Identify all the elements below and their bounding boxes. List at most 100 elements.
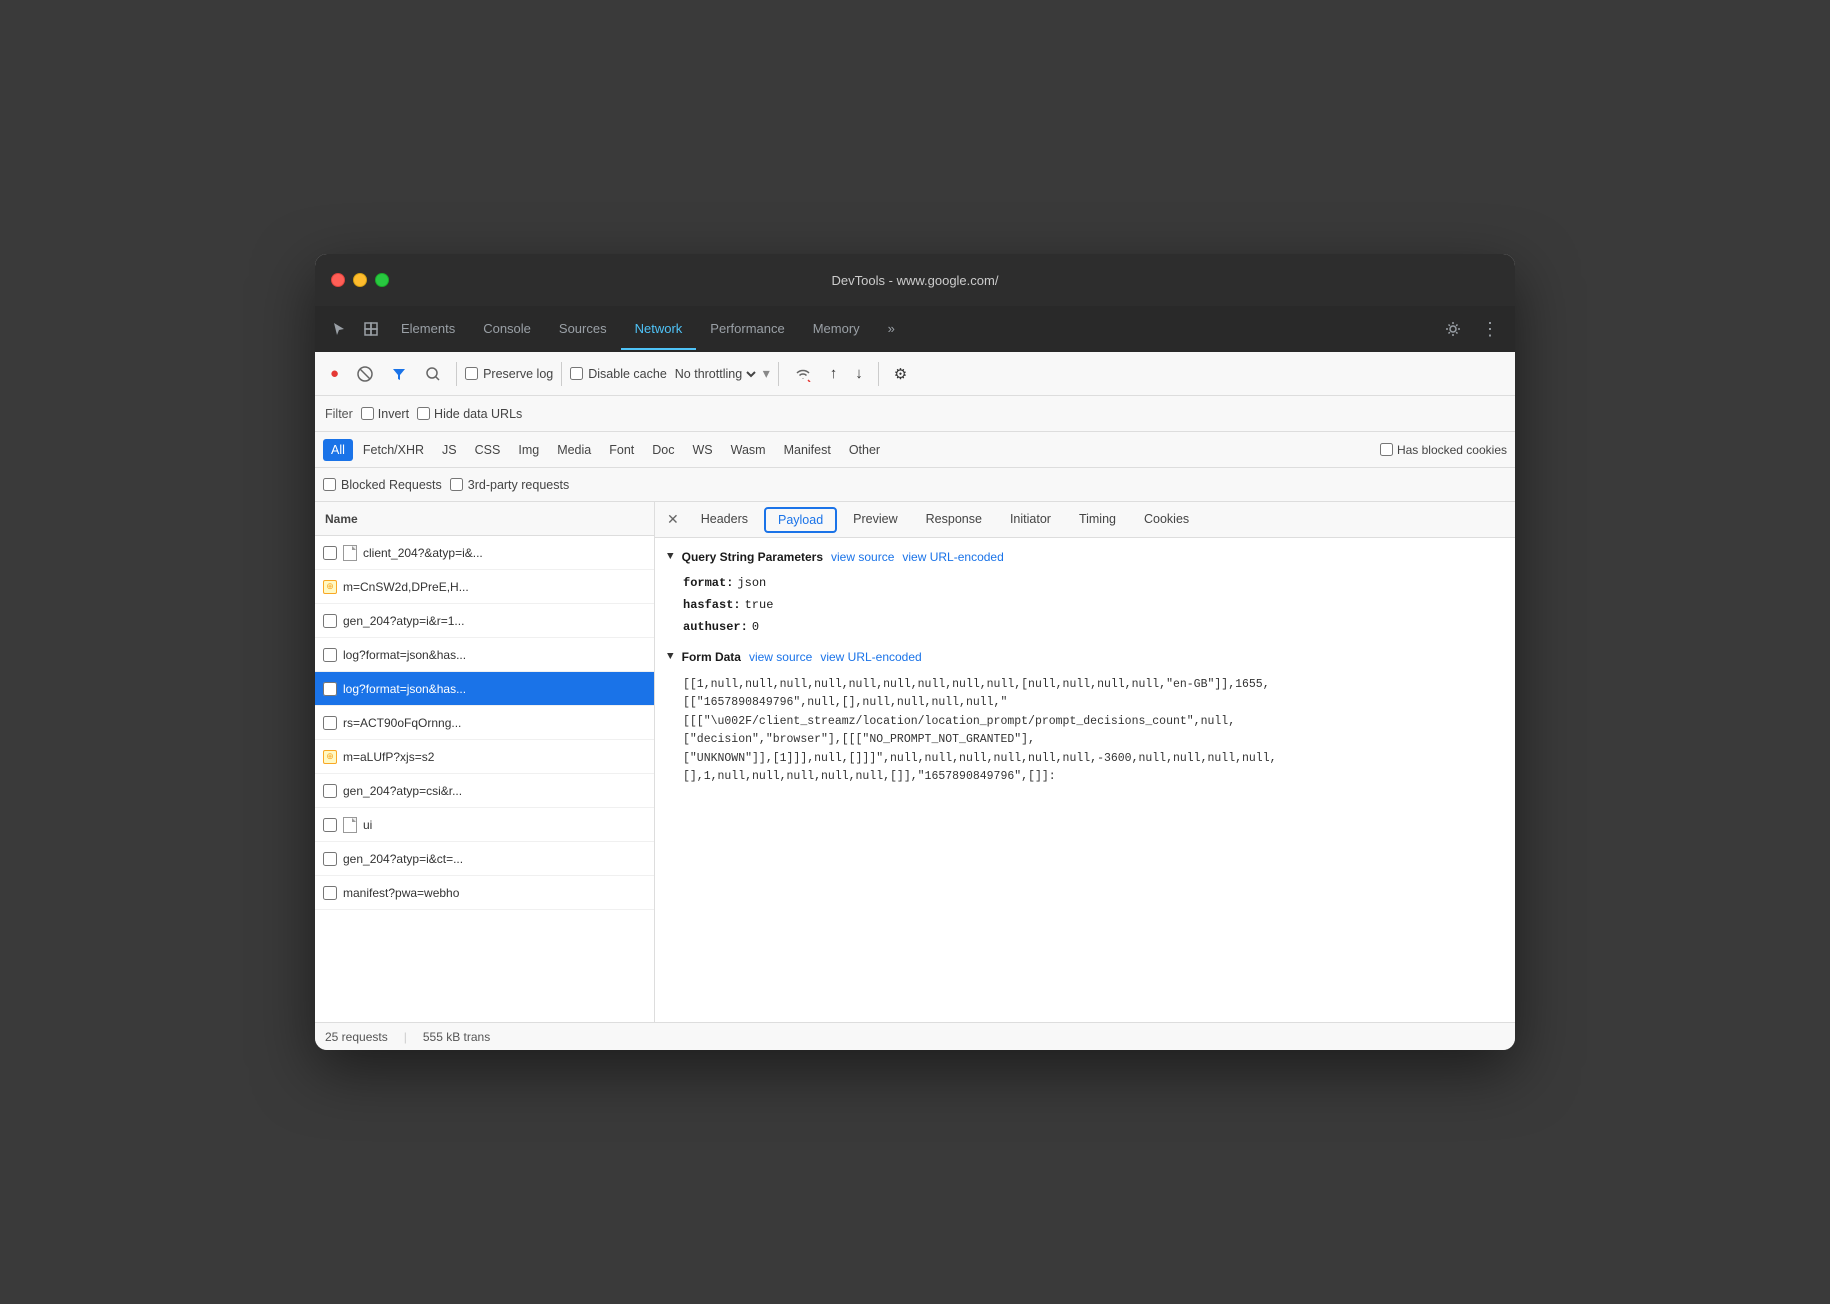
tab-response[interactable]: Response xyxy=(912,504,996,536)
tab-elements[interactable]: Elements xyxy=(387,309,469,350)
right-panel: ✕ Headers Payload Preview Response Initi… xyxy=(655,502,1515,1022)
item-checkbox[interactable] xyxy=(323,682,337,696)
throttle-arrow-icon: ▾ xyxy=(763,365,770,382)
param-row-hasfast: hasfast: true xyxy=(667,594,1503,616)
status-bar: 25 requests | 555 kB trans xyxy=(315,1022,1515,1050)
blocked-requests-checkbox[interactable] xyxy=(323,478,336,491)
network-settings-icon-btn[interactable]: ⚙ xyxy=(887,360,914,388)
tab-cookies[interactable]: Cookies xyxy=(1130,504,1203,536)
filter-doc-btn[interactable]: Doc xyxy=(644,439,682,461)
filter-img-btn[interactable]: Img xyxy=(510,439,547,461)
request-name: m=aLUfP?xjs=s2 xyxy=(343,750,646,764)
devtools-right-buttons: ⋮ xyxy=(1437,313,1507,346)
list-item[interactable]: ⊕ m=aLUfP?xjs=s2 xyxy=(315,740,654,774)
form-view-source-link[interactable]: view source xyxy=(749,650,812,664)
more-options-icon-btn[interactable]: ⋮ xyxy=(1473,313,1507,346)
list-item[interactable]: ⊕ m=CnSW2d,DPreE,H... xyxy=(315,570,654,604)
tab-memory[interactable]: Memory xyxy=(799,309,874,350)
third-party-requests-checkbox[interactable] xyxy=(450,478,463,491)
hide-data-urls-label[interactable]: Hide data URLs xyxy=(417,407,522,421)
preserve-log-checkbox[interactable] xyxy=(465,367,478,380)
tab-sources[interactable]: Sources xyxy=(545,309,621,350)
request-name: log?format=json&has... xyxy=(343,648,646,662)
search-icon-btn[interactable] xyxy=(418,361,448,387)
collapse-triangle[interactable]: ▼ xyxy=(667,551,674,563)
filter-row: Filter Invert Hide data URLs xyxy=(315,396,1515,432)
invert-label[interactable]: Invert xyxy=(361,407,409,421)
block-icon-btn[interactable] xyxy=(350,361,380,387)
tab-timing[interactable]: Timing xyxy=(1065,504,1130,536)
tab-payload[interactable]: Payload xyxy=(764,507,837,533)
preserve-log-label[interactable]: Preserve log xyxy=(465,367,553,381)
gear-icon xyxy=(1445,321,1461,337)
param-row-format: format: json xyxy=(667,572,1503,594)
record-button[interactable]: ● xyxy=(323,360,346,387)
filter-fetch-xhr-btn[interactable]: Fetch/XHR xyxy=(355,439,432,461)
item-checkbox[interactable] xyxy=(323,614,337,628)
list-item[interactable]: ui xyxy=(315,808,654,842)
filter-all-btn[interactable]: All xyxy=(323,439,353,461)
tab-initiator[interactable]: Initiator xyxy=(996,504,1065,536)
list-item[interactable]: gen_204?atyp=i&ct=... xyxy=(315,842,654,876)
toolbar-row: ● Preserve log Disable cache xyxy=(315,352,1515,396)
item-checkbox[interactable] xyxy=(323,716,337,730)
blocked-requests-label[interactable]: Blocked Requests xyxy=(323,478,442,492)
inspect-icon-btn[interactable] xyxy=(355,315,387,343)
item-checkbox[interactable] xyxy=(323,546,337,560)
view-url-encoded-link[interactable]: view URL-encoded xyxy=(902,550,1003,564)
filter-ws-btn[interactable]: WS xyxy=(684,439,720,461)
filter-wasm-btn[interactable]: Wasm xyxy=(723,439,774,461)
tab-network[interactable]: Network xyxy=(621,309,697,350)
disable-cache-checkbox[interactable] xyxy=(570,367,583,380)
list-item[interactable]: rs=ACT90oFqOrnng... xyxy=(315,706,654,740)
form-data-content: [[1,null,null,null,null,null,null,null,n… xyxy=(667,672,1503,790)
close-panel-button[interactable]: ✕ xyxy=(659,507,687,532)
list-item[interactable]: gen_204?atyp=csi&r... xyxy=(315,774,654,808)
panel-tabs: ✕ Headers Payload Preview Response Initi… xyxy=(655,502,1515,538)
import-icon-btn[interactable]: ↑ xyxy=(823,360,845,387)
item-checkbox[interactable] xyxy=(323,648,337,662)
invert-checkbox[interactable] xyxy=(361,407,374,420)
cursor-icon-btn[interactable] xyxy=(323,315,355,343)
filter-media-btn[interactable]: Media xyxy=(549,439,599,461)
filter-manifest-btn[interactable]: Manifest xyxy=(776,439,839,461)
tab-console[interactable]: Console xyxy=(469,309,545,350)
maximize-button[interactable] xyxy=(375,273,389,287)
list-item[interactable]: client_204?&atyp=i&... xyxy=(315,536,654,570)
doc-icon xyxy=(343,817,357,833)
transferred-size: 555 kB trans xyxy=(423,1030,490,1044)
item-checkbox[interactable] xyxy=(323,886,337,900)
settings-icon-btn[interactable] xyxy=(1437,315,1469,343)
filter-icon-btn[interactable] xyxy=(384,361,414,387)
request-count: 25 requests xyxy=(325,1030,388,1044)
toolbar-separator-2 xyxy=(561,362,562,386)
filter-other-btn[interactable]: Other xyxy=(841,439,888,461)
list-item[interactable]: log?format=json&has... xyxy=(315,672,654,706)
tab-performance[interactable]: Performance xyxy=(696,309,798,350)
export-icon-btn[interactable]: ↓ xyxy=(848,360,870,387)
form-view-url-encoded-link[interactable]: view URL-encoded xyxy=(820,650,921,664)
close-button[interactable] xyxy=(331,273,345,287)
filter-css-btn[interactable]: CSS xyxy=(467,439,509,461)
list-item[interactable]: log?format=json&has... xyxy=(315,638,654,672)
third-party-requests-label[interactable]: 3rd-party requests xyxy=(450,478,569,492)
has-blocked-cookies-label[interactable]: Has blocked cookies xyxy=(1380,443,1507,457)
collapse-triangle-form[interactable]: ▼ xyxy=(667,651,674,663)
view-source-link[interactable]: view source xyxy=(831,550,894,564)
disable-cache-label[interactable]: Disable cache xyxy=(570,367,667,381)
list-item[interactable]: manifest?pwa=webho xyxy=(315,876,654,910)
filter-js-btn[interactable]: JS xyxy=(434,439,465,461)
hide-data-urls-checkbox[interactable] xyxy=(417,407,430,420)
item-checkbox[interactable] xyxy=(323,818,337,832)
throttle-select[interactable]: No throttling xyxy=(671,366,759,382)
tab-preview[interactable]: Preview xyxy=(839,504,911,536)
tab-more[interactable]: » xyxy=(874,309,909,350)
minimize-button[interactable] xyxy=(353,273,367,287)
network-conditions-icon-btn[interactable] xyxy=(787,361,819,387)
list-item[interactable]: gen_204?atyp=i&r=1... xyxy=(315,604,654,638)
item-checkbox[interactable] xyxy=(323,784,337,798)
tab-headers[interactable]: Headers xyxy=(687,504,762,536)
filter-font-btn[interactable]: Font xyxy=(601,439,642,461)
item-checkbox[interactable] xyxy=(323,852,337,866)
has-blocked-cookies-checkbox[interactable] xyxy=(1380,443,1393,456)
